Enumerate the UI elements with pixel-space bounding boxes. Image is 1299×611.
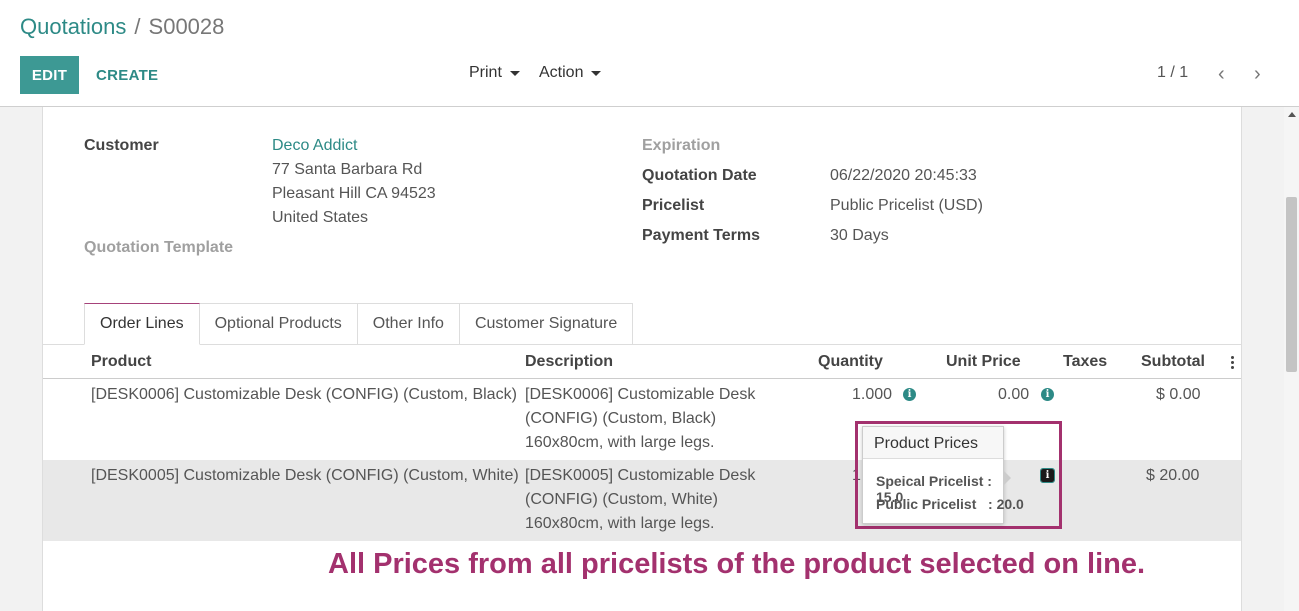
row-unit-price: 0.00 [998,386,1030,403]
scroll-up-icon[interactable] [1288,112,1296,117]
row-description-line2: (CONFIG) (Custom, Black) [525,410,717,427]
vertical-scrollbar[interactable] [1284,107,1299,611]
pager-value[interactable]: 1 / 1 [1157,64,1188,82]
chevron-left-icon[interactable]: ‹ [1218,64,1225,84]
annotation-text: All Prices from all pricelists of the pr… [328,548,1146,580]
column-taxes[interactable]: Taxes [1063,353,1107,371]
popover-arrow [1004,471,1011,485]
quotation-date-value: 06/22/2020 20:45:33 [830,167,977,184]
row-product: [DESK0005] Customizable Desk (CONFIG) (C… [91,467,519,484]
popover-title: Product Prices [863,427,1003,459]
info-icon[interactable]: i [1041,388,1054,401]
row-description-line1: [DESK0006] Customizable Desk [525,386,756,403]
customer-address-line2: Pleasant Hill CA 94523 [272,185,436,202]
row-description-line3: 160x80cm, with large legs. [525,515,715,532]
breadcrumb-current: S00028 [148,14,225,39]
breadcrumb: Quotations / S00028 [20,14,224,40]
customer-link[interactable]: Deco Addict [272,137,357,155]
tab-other-info[interactable]: Other Info [357,303,460,345]
customer-label: Customer [84,137,159,154]
order-lines-header: Product Description Quantity Unit Price … [43,345,1241,379]
breadcrumb-quotations-link[interactable]: Quotations [20,14,126,39]
control-panel: Quotations / S00028 EDIT CREATE Print Acti… [0,0,1299,107]
form-sheet: Customer Deco Addict 77 Santa Barbara Rd… [42,107,1242,611]
row-quantity: 1.000 [852,386,893,403]
column-description[interactable]: Description [525,353,613,371]
quotation-template-label: Quotation Template [84,239,234,256]
kebab-menu-icon[interactable] [1231,356,1234,370]
info-icon[interactable]: i [903,388,916,401]
tab-optional-products[interactable]: Optional Products [199,303,358,345]
chevron-right-icon[interactable]: › [1254,64,1261,84]
action-label: Action [539,64,584,81]
row-subtotal: $ 20.00 [1146,467,1200,484]
row-description-line3: 160x80cm, with large legs. [525,434,715,451]
column-unit-price[interactable]: Unit Price [946,353,1021,371]
notebook-tabs: Order Lines Optional Products Other Info… [84,303,634,345]
create-button[interactable]: CREATE [96,56,158,94]
payment-terms-label: Payment Terms [642,227,760,244]
row-description-line2: (CONFIG) (Custom, White) [525,491,718,508]
print-label: Print [469,64,502,81]
popover-public-pricelist: Public Pricelist : 20.0 [876,496,1024,512]
action-dropdown[interactable]: Action [539,64,602,82]
tab-order-lines[interactable]: Order Lines [84,303,200,345]
expiration-label: Expiration [642,137,721,154]
print-dropdown[interactable]: Print [469,64,520,82]
row-description-line1: [DESK0005] Customizable Desk [525,467,756,484]
info-icon[interactable]: i [1040,468,1055,483]
column-quantity[interactable]: Quantity [818,353,883,371]
customer-address-line1: 77 Santa Barbara Rd [272,161,423,178]
edit-button[interactable]: EDIT [20,56,79,94]
row-subtotal: $ 0.00 [1156,386,1201,403]
pricelist-value: Public Pricelist (USD) [830,197,983,214]
caret-down-icon [591,70,602,76]
row-product: [DESK0006] Customizable Desk (CONFIG) (C… [91,386,517,403]
payment-terms-value: 30 Days [830,227,889,244]
column-subtotal[interactable]: Subtotal [1141,353,1205,371]
pricelist-label: Pricelist [642,197,705,214]
product-prices-popover: Product Prices Speical Pricelist : 15.0 … [862,426,1024,524]
scrollbar-thumb[interactable] [1286,197,1297,372]
quotation-date-label: Quotation Date [642,167,757,184]
form-scroll-area: Customer Deco Addict 77 Santa Barbara Rd… [0,107,1299,611]
breadcrumb-separator: / [134,14,141,39]
tab-customer-signature[interactable]: Customer Signature [459,303,634,345]
customer-address-line3: United States [272,209,369,226]
column-product[interactable]: Product [91,353,151,371]
caret-down-icon [509,70,520,76]
